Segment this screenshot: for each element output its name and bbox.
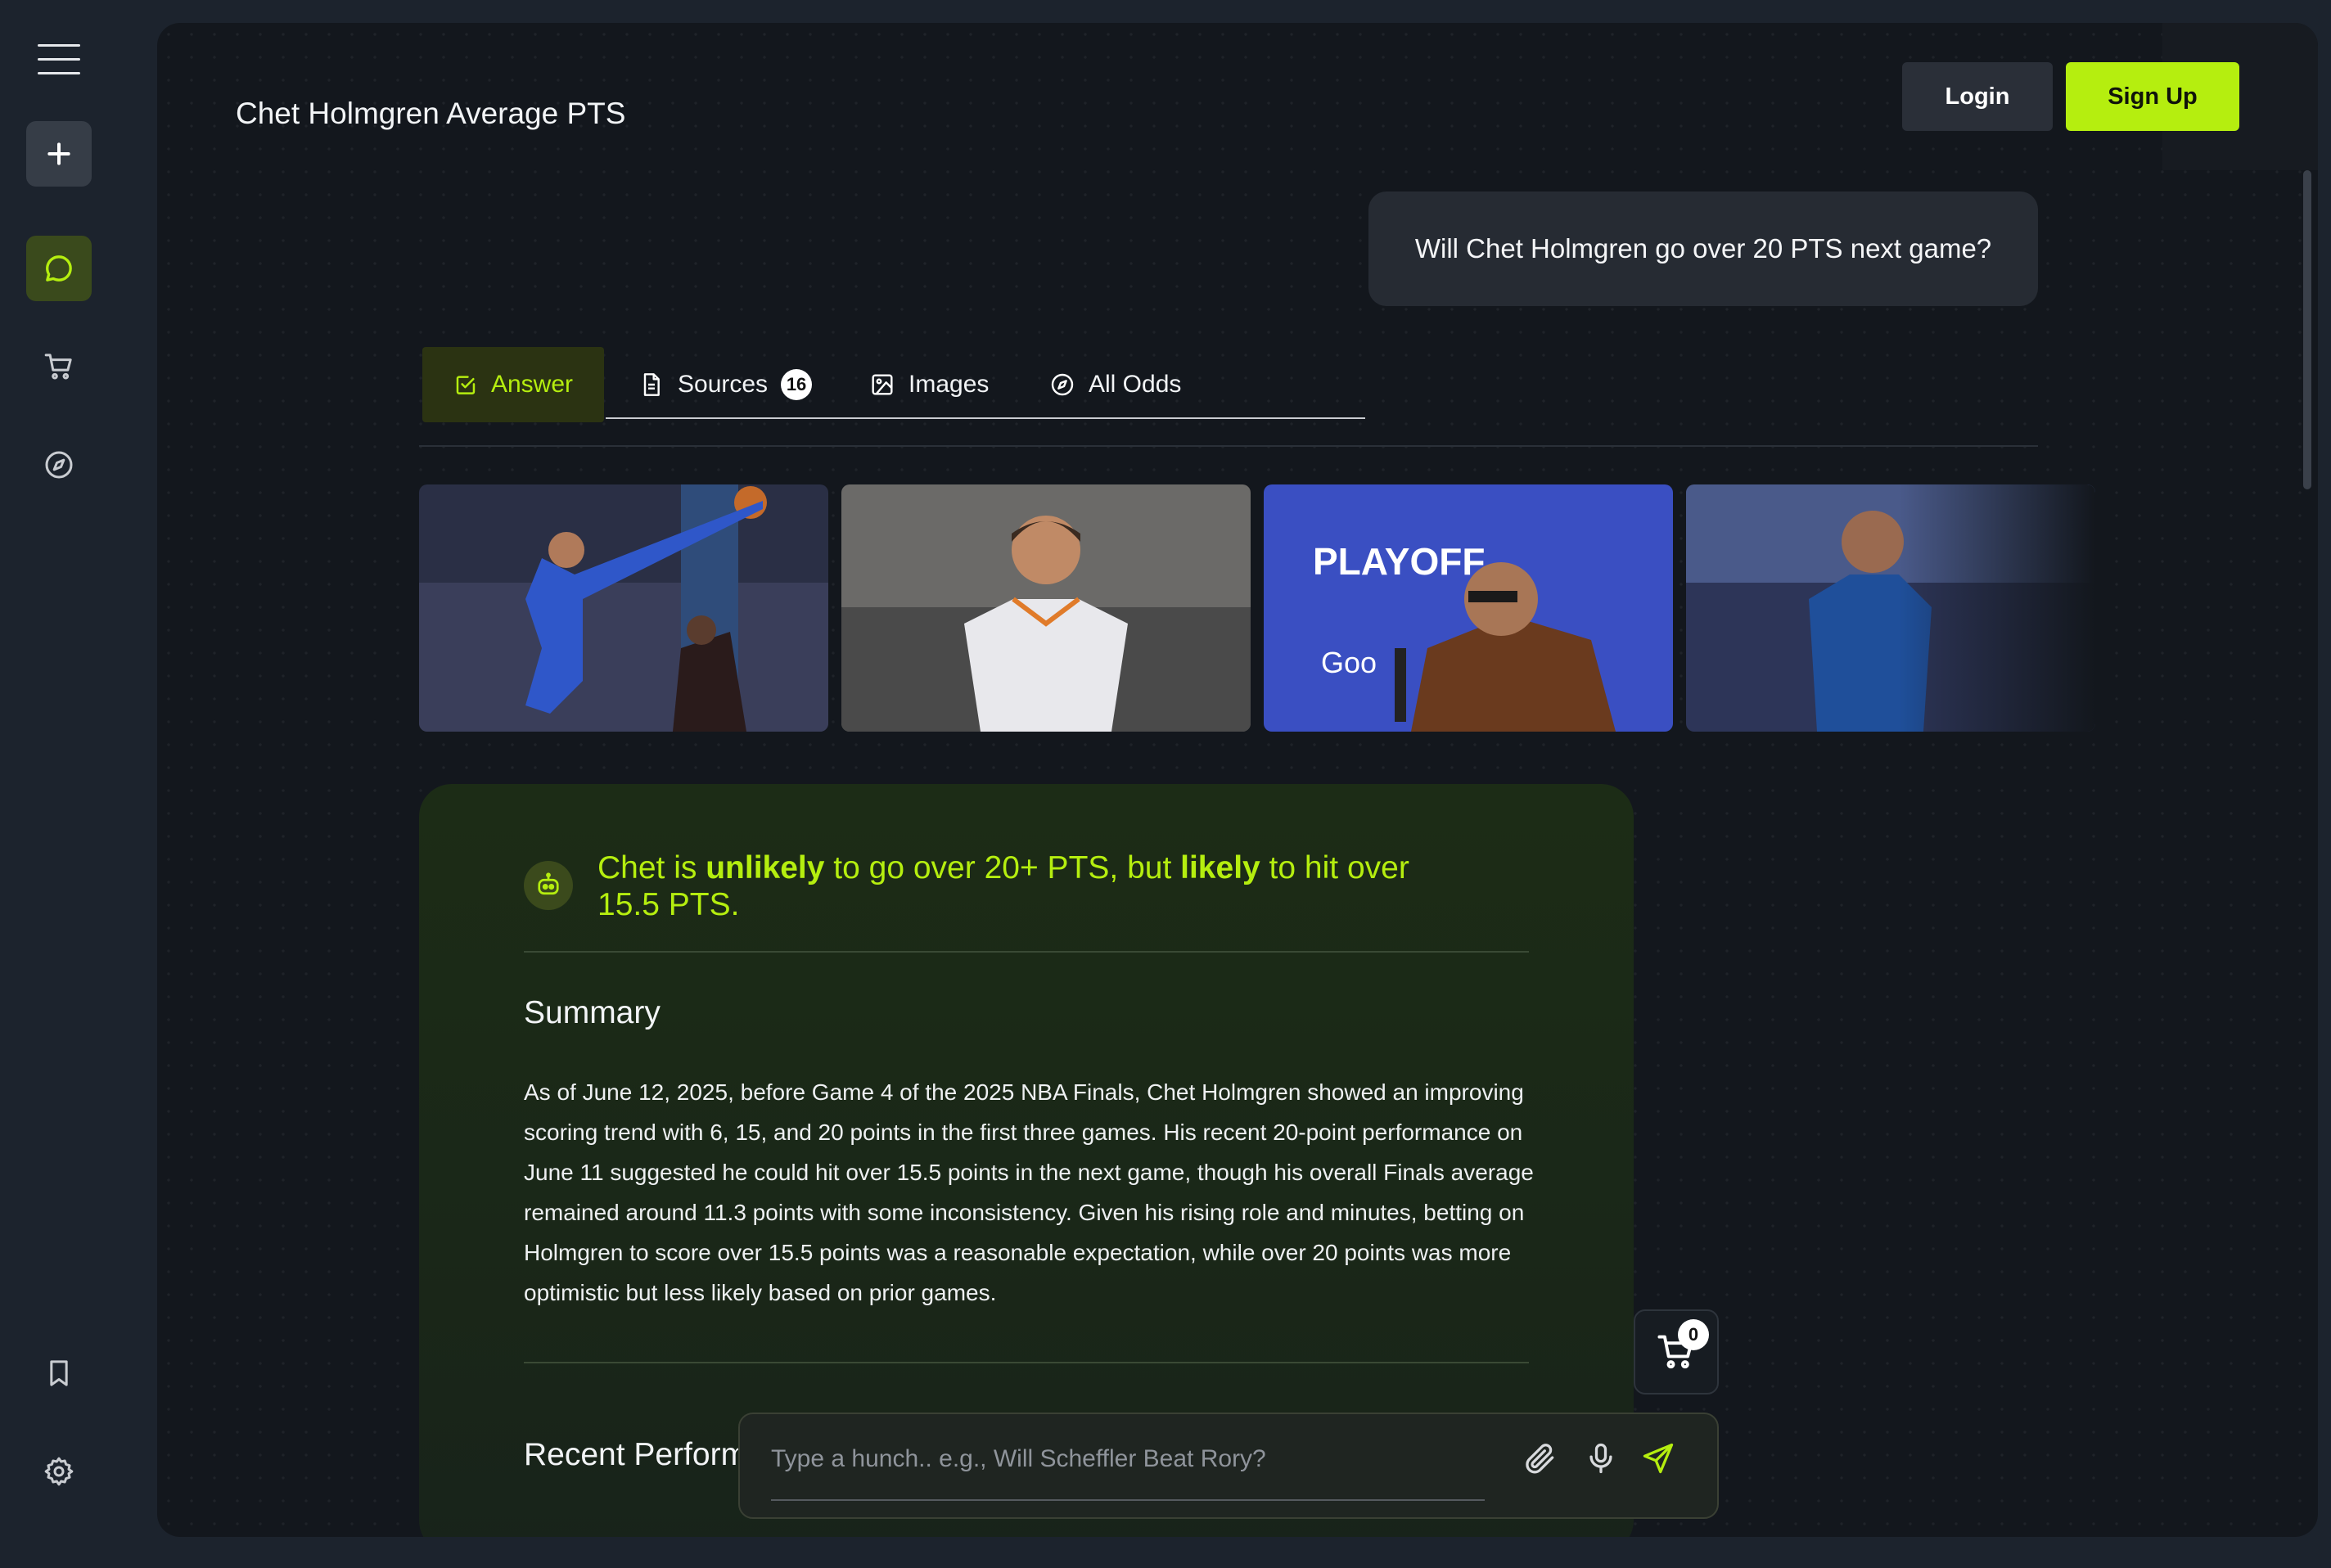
cart-icon (44, 354, 72, 380)
tab-sources[interactable]: Sources 16 (607, 347, 843, 422)
image-icon (872, 374, 893, 395)
tab-label: Answer (490, 371, 573, 398)
tab-all-odds[interactable]: All Odds (1025, 347, 1206, 422)
plus-icon (47, 142, 70, 165)
sidebar-item-settings[interactable] (26, 1439, 92, 1504)
image-thumbnail[interactable] (1686, 484, 2095, 732)
sidebar (0, 0, 157, 1568)
image-thumbnail[interactable] (419, 484, 828, 732)
divider (419, 445, 2038, 447)
tabs-underline (606, 417, 1365, 419)
menu-button[interactable] (26, 26, 92, 92)
press-conference-photo-icon: PLAYOFF Goo (1264, 484, 1673, 732)
compass-icon (45, 451, 73, 479)
page-title: Chet Holmgren Average PTS (236, 97, 626, 130)
verdict-prefix: Chet is (597, 850, 706, 885)
check-square-icon (456, 376, 476, 394)
menu-icon-line (38, 71, 80, 74)
image-thumbnail[interactable]: PLAYOFF Goo (1264, 484, 1673, 732)
scrollbar-thumb[interactable] (2303, 170, 2311, 489)
paperclip-icon[interactable] (1522, 1440, 1558, 1476)
sidebar-item-bookmarks[interactable] (26, 1340, 92, 1406)
cart-button[interactable]: 0 (1634, 1309, 1719, 1395)
tab-images[interactable]: Images (845, 347, 1013, 422)
compass-icon (1051, 373, 1074, 396)
divider (524, 951, 1529, 953)
sidebar-item-explore[interactable] (26, 432, 92, 498)
summary-text: As of June 12, 2025, before Game 4 of th… (524, 1079, 1534, 1305)
menu-icon (38, 43, 80, 47)
prompt-bar (738, 1413, 1719, 1519)
send-icon[interactable] (1640, 1440, 1676, 1476)
sidebar-item-cart[interactable] (26, 334, 92, 399)
verdict: Chet is unlikely to go over 20+ PTS, but… (524, 849, 1424, 923)
basketball-photo-icon (841, 484, 1251, 732)
main-panel: Chet Holmgren Average PTS Login Sign Up … (157, 23, 2318, 1537)
svg-text:PLAYOFF: PLAYOFF (1313, 540, 1485, 583)
tab-label: Sources (678, 371, 769, 398)
image-fade (1899, 484, 2095, 732)
chat-icon (46, 255, 72, 282)
cart-count-badge: 0 (1678, 1319, 1709, 1350)
tab-answer[interactable]: Answer (422, 347, 604, 422)
sources-count-badge: 16 (781, 369, 813, 400)
tab-label: Images (909, 371, 990, 398)
login-button[interactable]: Login (1902, 62, 2053, 131)
robot-icon (524, 861, 573, 910)
user-message: Will Chet Holmgren go over 20 PTS next g… (1368, 191, 2038, 306)
svg-text:Goo: Goo (1321, 646, 1377, 679)
basketball-photo-icon (419, 484, 828, 732)
tab-label: All Odds (1089, 371, 1182, 398)
microphone-icon[interactable] (1583, 1440, 1619, 1476)
recent-performance-heading: Recent Perform (524, 1437, 748, 1472)
verdict-text: Chet is unlikely to go over 20+ PTS, but… (597, 849, 1424, 923)
image-strip: PLAYOFF Goo (419, 484, 2095, 732)
settings-icon (44, 1457, 74, 1486)
input-underline (771, 1499, 1485, 1501)
sidebar-item-chat[interactable] (26, 236, 92, 301)
prompt-input[interactable] (771, 1437, 1485, 1481)
image-thumbnail[interactable] (841, 484, 1251, 732)
verdict-mid: to go over 20+ PTS, but (824, 850, 1181, 885)
divider (524, 1362, 1529, 1363)
signup-button[interactable]: Sign Up (2066, 62, 2239, 131)
summary-heading: Summary (524, 995, 661, 1030)
new-chat-button[interactable] (26, 121, 92, 187)
verdict-likely: likely (1180, 850, 1260, 885)
menu-icon-line (38, 57, 80, 61)
bookmark-icon (50, 1360, 68, 1386)
document-icon (643, 373, 660, 396)
verdict-unlikely: unlikely (706, 850, 825, 885)
